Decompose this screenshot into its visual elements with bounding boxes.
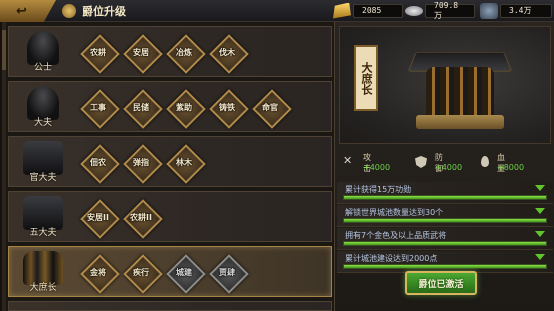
skill-icon[interactable]: 冶炼 (167, 35, 201, 69)
rank-row-guandafu[interactable]: 官大夫 佃农 弹指 林木 (8, 136, 332, 187)
rank-name: 大夫 (33, 118, 52, 128)
skill-icon[interactable]: 疾行 (124, 255, 158, 289)
rank-title: 大庶长 (360, 61, 373, 95)
progress-bar (343, 218, 547, 223)
rank-name: 公士 (33, 63, 52, 73)
skill-icon-locked[interactable]: 城建 (167, 255, 201, 289)
skill-icon[interactable]: 紫助 (167, 90, 201, 124)
back-arrow-icon: ↩ (16, 3, 27, 19)
skill-icon-locked[interactable]: 贾肆 (210, 255, 244, 289)
rank-name: 官大夫 (29, 173, 57, 183)
page-title: 爵位升级 (82, 5, 126, 18)
iron-resource: 3.4万 (480, 2, 552, 19)
skill-label: 金将 (90, 267, 106, 277)
iron-ore-icon (480, 2, 498, 19)
condition-text: 累计城池建设达到2000点 (345, 254, 438, 263)
scrollbar-thumb[interactable] (2, 30, 6, 70)
chevron-down-icon (535, 254, 545, 260)
rank-portrait: 大庶长 (339, 26, 551, 144)
blood-drop-icon (481, 156, 489, 167)
skill-icon[interactable]: 林木 (167, 145, 201, 179)
condition-item: 拥有7个金色及以上品质武将 (337, 228, 553, 250)
skill-label: 佃农 (90, 157, 106, 167)
skill-icon[interactable]: 民储 (124, 90, 158, 124)
rank-row-gongshi[interactable]: 公士 农耕 安居 冶炼 伐木 (8, 26, 332, 77)
shield-icon (415, 156, 427, 168)
progress-bar (343, 241, 547, 246)
silver-amount: 709.8万 (425, 1, 475, 20)
rank-row-dashuzhang[interactable]: 大庶长 金将 疾行 城建 贾肆 (8, 246, 332, 297)
iron-amount: 3.4万 (500, 3, 552, 18)
attack-value: +4000 (363, 163, 391, 172)
back-button[interactable]: ↩ (0, 0, 56, 22)
skill-icon[interactable]: 佃农 (81, 145, 115, 179)
rank-hat-icon (407, 39, 513, 135)
skill-icon[interactable]: 农耕 (81, 35, 115, 69)
silver-coin-icon (405, 5, 423, 16)
skill-label: 命官 (262, 102, 278, 112)
rank-row-next[interactable] (8, 301, 332, 311)
condition-list: 累计获得15万功勋 解锁世界城池数量达到30个 拥有7个金色及以上品质武将 累计… (337, 182, 553, 274)
rank-row-wudafu[interactable]: 五大夫 安居II 农耕II (8, 191, 332, 242)
title-emblem-icon (62, 4, 76, 18)
skill-label: 城建 (176, 267, 192, 277)
skill-label: 铸铁 (219, 102, 235, 112)
skill-label: 林木 (176, 157, 192, 167)
scrollbar[interactable] (2, 22, 6, 311)
skill-label: 安居 (133, 47, 149, 57)
rank-detail-panel: 大庶长 ✕ 攻击 +4000 防御 +4000 血量 +8000 累计获得15万… (334, 22, 554, 311)
top-bar: ↩ 爵位升级 2085 709.8万 3.4万 (0, 0, 554, 22)
skill-label: 疾行 (133, 267, 149, 277)
defense-value: +4000 (435, 163, 463, 172)
chevron-down-icon (535, 185, 545, 191)
skill-label: 民储 (133, 102, 149, 112)
skill-icon[interactable]: 弹指 (124, 145, 158, 179)
condition-text: 累计获得15万功勋 (345, 185, 412, 194)
chevron-down-icon (535, 208, 545, 214)
condition-text: 解锁世界城池数量达到30个 (345, 208, 444, 217)
skill-icon[interactable]: 金将 (81, 255, 115, 289)
condition-text: 拥有7个金色及以上品质武将 (345, 231, 447, 240)
skill-label: 伐木 (219, 47, 235, 57)
skill-label: 贾肆 (219, 267, 235, 277)
skill-icon[interactable]: 农耕II (124, 200, 158, 234)
skill-icon[interactable]: 伐木 (210, 35, 244, 69)
skill-label: 农耕 (90, 47, 106, 57)
skill-label: 弹指 (133, 157, 149, 167)
rank-title-banner: 大庶长 (354, 45, 378, 111)
button-label: 爵位已激活 (418, 279, 464, 290)
skill-icon[interactable]: 命官 (253, 90, 287, 124)
condition-item: 解锁世界城池数量达到30个 (337, 205, 553, 227)
rank-activated-button[interactable]: 爵位已激活 (405, 271, 477, 295)
rank-list[interactable]: 公士 农耕 安居 冶炼 伐木 大夫 工事 民储 紫助 铸铁 命官 官大夫 佃农 … (2, 22, 334, 311)
skill-icon[interactable]: 安居II (81, 200, 115, 234)
progress-bar (343, 195, 547, 200)
chevron-down-icon (535, 231, 545, 237)
skill-icon[interactable]: 安居 (124, 35, 158, 69)
gold-amount: 2085 (353, 3, 403, 18)
silver-resource: 709.8万 (405, 1, 475, 20)
skill-label: 农耕II (130, 212, 152, 222)
skill-label: 冶炼 (176, 47, 192, 57)
condition-item: 累计城池建设达到2000点 (337, 251, 553, 273)
skill-icon[interactable]: 铸铁 (210, 90, 244, 124)
skill-label: 安居II (87, 212, 109, 222)
gold-resource: 2085 (333, 2, 403, 19)
gold-ingot-icon (333, 2, 351, 19)
hp-value: +8000 (497, 163, 525, 172)
rank-name: 五大夫 (29, 228, 57, 238)
skill-icon[interactable]: 工事 (81, 90, 115, 124)
skill-label: 工事 (90, 102, 106, 112)
rank-name: 大庶长 (29, 283, 57, 293)
progress-bar (343, 264, 547, 269)
skill-label: 紫助 (176, 102, 192, 112)
condition-item: 累计获得15万功勋 (337, 182, 553, 204)
rank-row-dafu[interactable]: 大夫 工事 民储 紫助 铸铁 命官 (8, 81, 332, 132)
stats-row: ✕ 攻击 +4000 防御 +4000 血量 +8000 (339, 148, 551, 178)
crossed-swords-icon: ✕ (343, 154, 353, 167)
